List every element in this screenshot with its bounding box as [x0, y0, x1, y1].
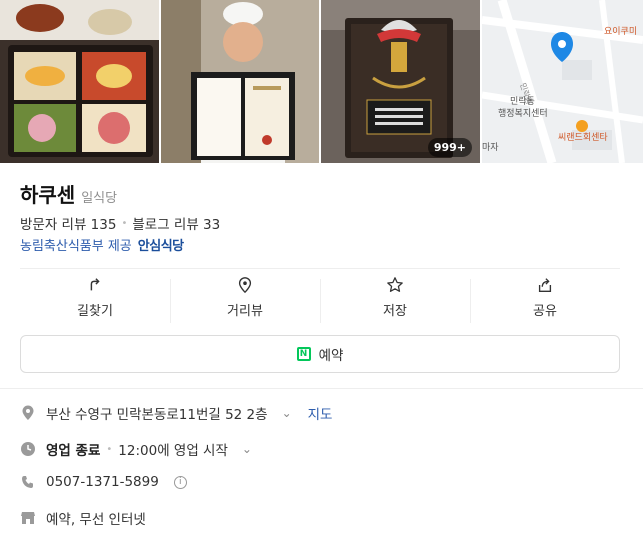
map-link[interactable]: 지도	[308, 403, 333, 423]
map-label-edge: 마자	[482, 142, 499, 153]
street-view-button[interactable]: 거리뷰	[170, 269, 320, 325]
location-pin-icon	[20, 405, 36, 421]
directions-label: 길찾기	[77, 303, 113, 319]
share-button[interactable]: 공유	[470, 269, 620, 325]
directions-button[interactable]: 길찾기	[20, 269, 170, 325]
phone-row: 0507-1371-5899 i	[20, 474, 187, 490]
reserve-label: 예약	[318, 348, 344, 364]
map-label-center-1: 민락동	[510, 95, 535, 107]
chevron-down-icon[interactable]: ⌄	[282, 406, 292, 420]
save-button[interactable]: 저장	[320, 269, 470, 325]
hours-row[interactable]: 영업 종료 • 12:00에 영업 시작 ⌄	[20, 439, 252, 459]
blog-reviews-link[interactable]: 블로그 리뷰 33	[132, 213, 220, 233]
section-divider	[0, 388, 643, 389]
phone-icon	[20, 474, 36, 490]
title-row: 하쿠센 일식당	[20, 179, 117, 208]
place-name: 하쿠센	[20, 183, 76, 207]
store-icon	[20, 510, 36, 526]
chef-photo[interactable]	[161, 0, 319, 163]
place-category: 일식당	[81, 191, 118, 206]
phone-number[interactable]: 0507-1371-5899	[46, 474, 159, 490]
plaque-photo[interactable]: 999+	[321, 0, 480, 163]
clock-icon	[20, 441, 36, 457]
chevron-down-icon[interactable]: ⌄	[242, 442, 252, 456]
reserve-button[interactable]: N 예약	[20, 335, 620, 373]
map-label-top-right: 요이쿠미	[604, 26, 637, 37]
directions-icon	[90, 277, 100, 290]
map-thumbnail[interactable]: 요이쿠미 민락동 민락동 행정복지센터 씨랜드회센타 마자	[482, 0, 643, 163]
map-image: 요이쿠미 민락동 민락동 행정복지센터 씨랜드회센타 마자	[482, 0, 643, 163]
map-label-bottom: 씨랜드회센타	[558, 132, 608, 143]
star-icon	[387, 276, 403, 292]
address-text[interactable]: 부산 수영구 민락본동로11번길 52 2층	[46, 403, 268, 423]
food-photo[interactable]	[0, 0, 159, 163]
bento-image	[0, 0, 159, 163]
photo-strip: 999+ 요이쿠미 민락동 민락동 행정복지센터 씨랜드회센타 마자	[0, 0, 643, 163]
amenities-row: 예약, 무선 인터넷	[20, 508, 146, 528]
naver-n-icon: N	[296, 347, 311, 361]
street-view-icon	[238, 276, 252, 293]
amenities-text: 예약, 무선 인터넷	[46, 512, 146, 528]
review-summary: 방문자 리뷰 135 • 블로그 리뷰 33	[20, 213, 220, 233]
chef-image	[161, 0, 319, 163]
provider-line[interactable]: 농림축산식품부 제공 안심식당	[20, 235, 184, 254]
address-row: 부산 수영구 민락본동로11번길 52 2층 ⌄ 지도	[20, 403, 332, 423]
status-separator: •	[106, 443, 113, 455]
save-label: 저장	[383, 303, 407, 319]
share-label: 공유	[533, 303, 557, 319]
business-hours-detail: 12:00에 영업 시작	[118, 443, 228, 459]
info-icon[interactable]: i	[173, 475, 187, 489]
map-label-center-2: 행정복지센터	[498, 107, 548, 119]
share-icon	[538, 277, 552, 292]
photo-count-badge: 999+	[427, 138, 472, 157]
visitor-reviews-link[interactable]: 방문자 리뷰 135	[20, 213, 116, 233]
separator-dot: •	[121, 217, 128, 229]
street-view-label: 거리뷰	[227, 303, 263, 319]
safe-restaurant-badge: 안심식당	[137, 239, 184, 254]
business-status: 영업 종료	[46, 443, 101, 459]
provider-text: 농림축산식품부 제공	[20, 239, 132, 254]
action-bar: 길찾기 거리뷰 저장 공유	[20, 269, 620, 325]
